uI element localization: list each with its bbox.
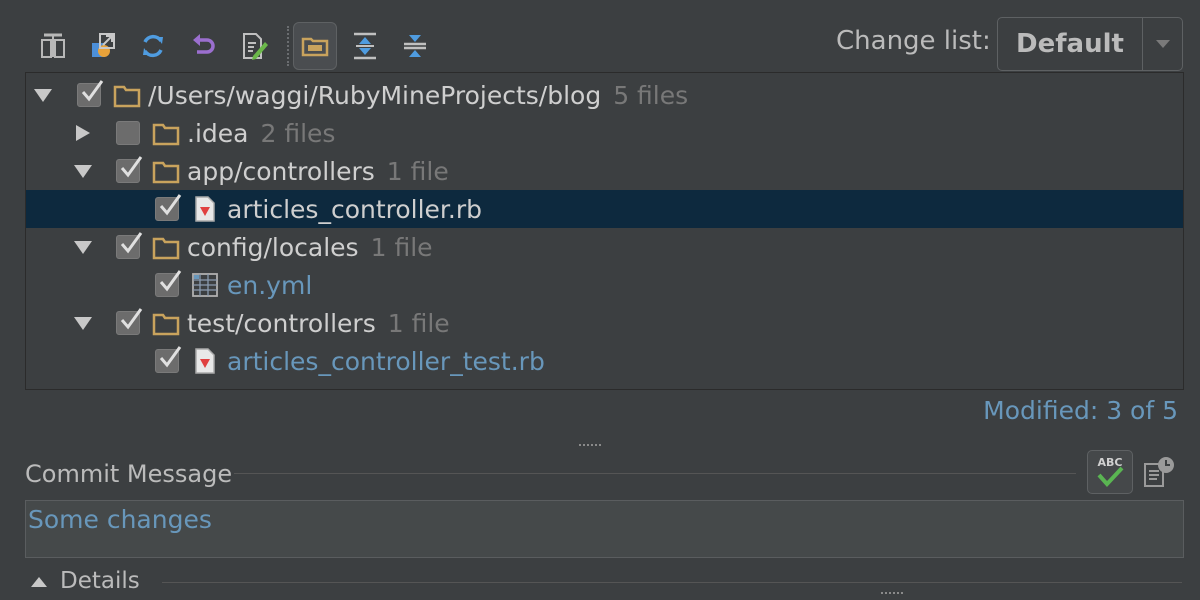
tree-node-label: /Users/waggi/RubyMineProjects/blog 5 file…	[148, 81, 689, 110]
group-by-directory-toggle[interactable]	[293, 22, 337, 70]
expand-arrow-icon[interactable]	[34, 87, 52, 103]
tree-node-label: articles_controller_test.rb	[227, 347, 545, 376]
tree-row-idea[interactable]: .idea 2 files	[26, 114, 1183, 152]
tree-node-label: test/controllers 1 file	[187, 309, 450, 338]
spell-check-icon: ABC	[1097, 456, 1124, 487]
show-diff-button[interactable]	[31, 22, 75, 70]
changes-tree[interactable]: /Users/waggi/RubyMineProjects/blog 5 file…	[25, 72, 1184, 390]
root-checkbox[interactable]	[77, 80, 104, 107]
history-icon	[1144, 457, 1174, 487]
rollback-icon	[193, 34, 215, 54]
folder-icon	[152, 237, 180, 260]
tree-row-articles-controller-test[interactable]: articles_controller_test.rb	[26, 342, 1183, 380]
en-yml-checkbox[interactable]	[155, 270, 182, 297]
yaml-file-icon	[192, 273, 218, 297]
group-by-directory-icon	[301, 37, 329, 57]
folder-icon	[152, 313, 180, 336]
commit-message-label: Commit Message	[25, 460, 233, 488]
ruby-file-icon	[195, 196, 215, 222]
refresh-button[interactable]	[131, 22, 175, 70]
tree-row-articles-controller[interactable]: articles_controller.rb	[26, 190, 1183, 228]
tree-node-label: .idea 2 files	[187, 119, 336, 148]
collapsed-arrow-icon[interactable]	[74, 125, 92, 141]
splitter-grip[interactable]	[578, 432, 608, 446]
idea-checkbox[interactable]	[116, 121, 140, 145]
tree-row-en-yml[interactable]: en.yml	[26, 266, 1183, 304]
section-divider	[162, 582, 1182, 583]
details-label: Details	[60, 568, 140, 594]
commit-message-text: Some changes	[28, 505, 212, 534]
tree-row-test-controllers[interactable]: test/controllers 1 file	[26, 304, 1183, 342]
chevron-down-icon	[1155, 40, 1170, 48]
app-controllers-checkbox[interactable]	[116, 156, 143, 183]
changelist-dropdown[interactable]: Default	[997, 17, 1183, 71]
expand-all-button[interactable]	[343, 22, 387, 70]
tree-row-app-controllers[interactable]: app/controllers 1 file	[26, 152, 1183, 190]
toolbar-separator	[287, 26, 289, 66]
move-to-changelist-icon	[92, 33, 115, 57]
tree-node-label: articles_controller.rb	[227, 195, 483, 224]
modified-count: Modified: 3 of 5	[983, 396, 1178, 425]
commit-message-input[interactable]: Some changes	[25, 500, 1184, 558]
ruby-file-icon	[195, 348, 215, 374]
changelist-value: Default	[1016, 29, 1124, 59]
folder-icon	[152, 161, 180, 184]
collapse-up-icon	[31, 576, 47, 587]
folder-icon	[113, 85, 141, 108]
rollback-button[interactable]	[182, 22, 226, 70]
tree-node-label: en.yml	[227, 271, 313, 300]
commit-history-button[interactable]	[1142, 455, 1176, 489]
diff-icon	[41, 33, 65, 58]
edit-source-icon	[243, 33, 268, 60]
expand-arrow-icon[interactable]	[74, 239, 92, 255]
spell-check-badge: ABC	[1098, 456, 1123, 469]
refresh-icon	[143, 34, 163, 58]
splitter-grip[interactable]	[880, 580, 910, 594]
test-controllers-checkbox[interactable]	[116, 308, 143, 335]
details-toggle[interactable]: Details	[30, 568, 140, 594]
config-locales-checkbox[interactable]	[116, 232, 143, 259]
folder-icon	[152, 123, 180, 146]
changelist-label: Change list:	[836, 26, 991, 56]
dropdown-arrow[interactable]	[1143, 39, 1182, 49]
expand-arrow-icon[interactable]	[74, 163, 92, 179]
move-to-changelist-button[interactable]	[82, 22, 126, 70]
collapse-all-icon	[404, 35, 426, 57]
expand-all-icon	[354, 32, 376, 60]
tree-row-root[interactable]: /Users/waggi/RubyMineProjects/blog 5 file…	[26, 76, 1183, 114]
spell-check-button[interactable]: ABC	[1087, 450, 1133, 494]
articles-controller-test-checkbox[interactable]	[155, 346, 182, 373]
collapse-all-button[interactable]	[393, 22, 437, 70]
articles-controller-checkbox[interactable]	[155, 194, 182, 221]
tree-node-label: config/locales 1 file	[187, 233, 433, 262]
tree-node-label: app/controllers 1 file	[187, 157, 449, 186]
edit-source-button[interactable]	[232, 22, 276, 70]
tree-row-config-locales[interactable]: config/locales 1 file	[26, 228, 1183, 266]
section-divider	[234, 473, 1076, 474]
expand-arrow-icon[interactable]	[74, 315, 92, 331]
